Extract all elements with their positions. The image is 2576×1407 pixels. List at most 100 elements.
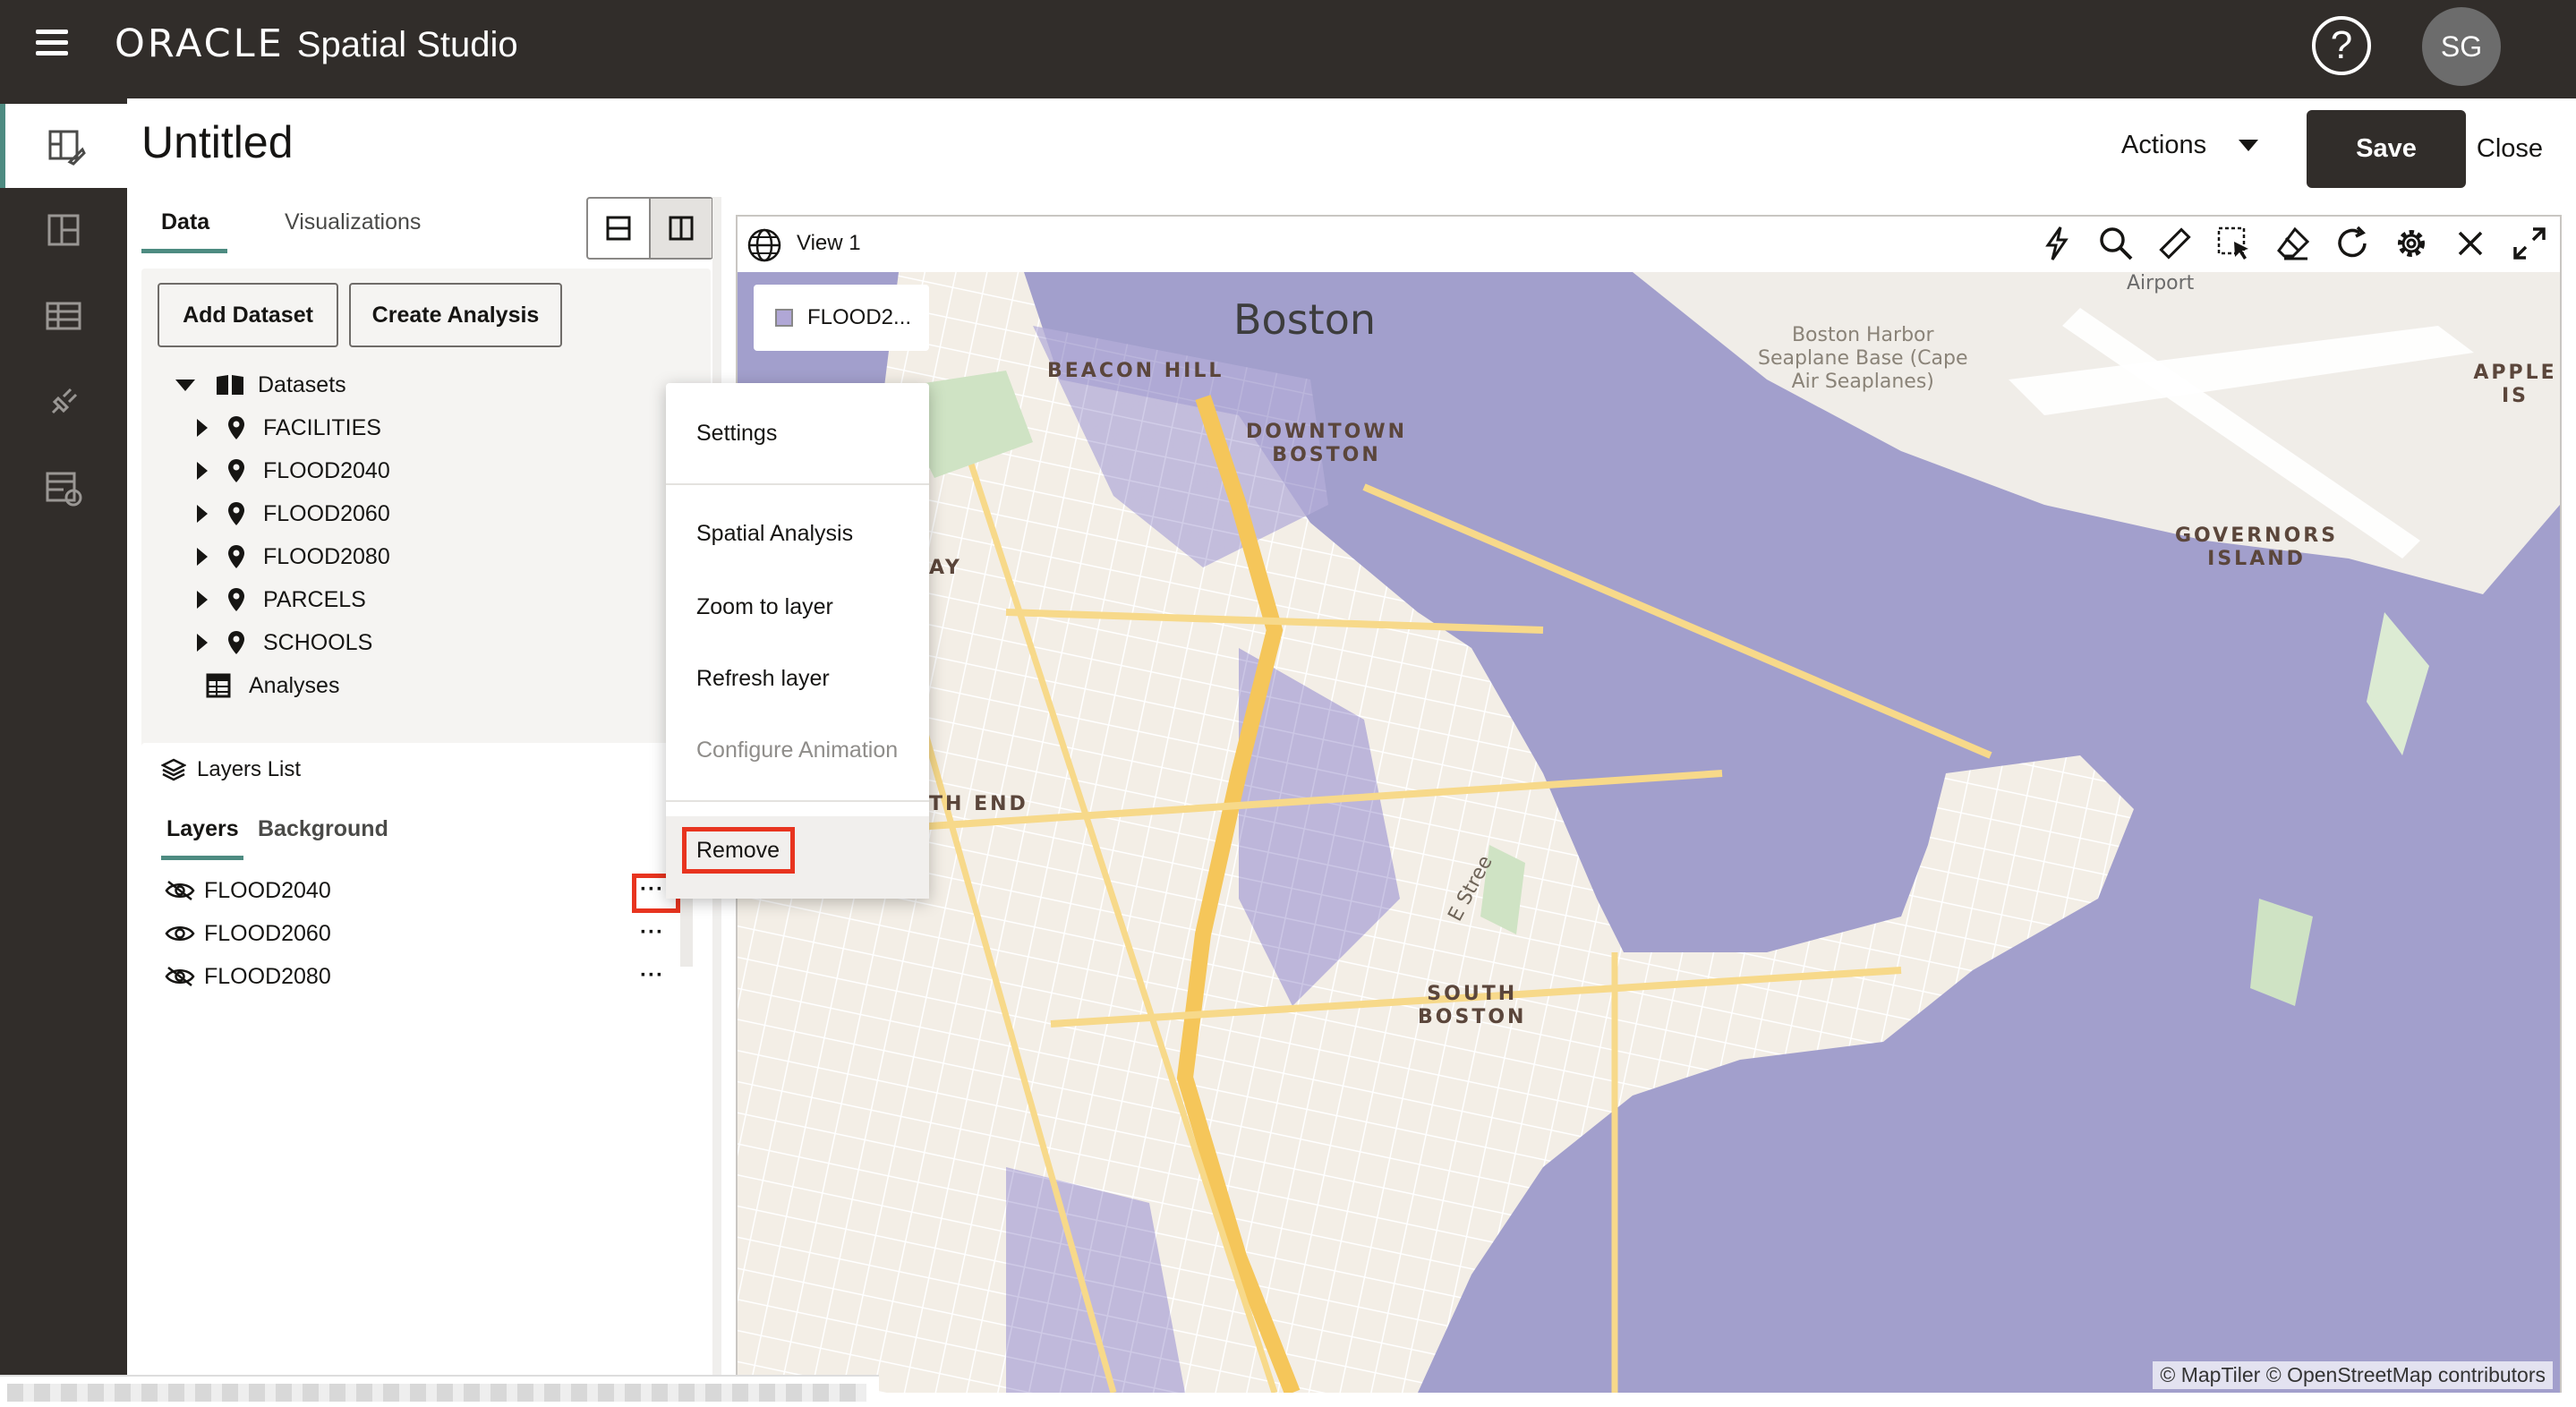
eye-off-icon[interactable] [165, 880, 195, 901]
dataset-row[interactable]: PARCELS [197, 582, 366, 618]
layers-list-label: Layers List [197, 757, 302, 781]
page-title: Untitled [141, 117, 294, 167]
map-canvas[interactable]: FLOOD2... Boston BEACON HILL DOWNTOWN BO… [738, 272, 2560, 1393]
save-button[interactable]: Save [2307, 110, 2466, 188]
chevron-right-icon[interactable] [197, 505, 208, 523]
map-pin-icon [228, 588, 244, 611]
map-label-governors-island: GOVERNORS ISLAND [2175, 524, 2339, 570]
dataset-label: SCHOOLS [263, 629, 373, 655]
layer-row[interactable]: FLOOD2060 [165, 916, 331, 951]
lightning-icon[interactable] [2037, 224, 2077, 263]
tab-visualizations[interactable]: Visualizations [285, 209, 421, 235]
map-toolbar [2037, 224, 2549, 263]
gear-icon[interactable] [2392, 224, 2431, 263]
actions-menu[interactable]: Actions [2121, 131, 2259, 160]
top-bar: ORACLE Spatial Studio ? SG [0, 0, 2576, 98]
dataset-label: FLOOD2060 [263, 500, 390, 526]
close-button[interactable]: Close [2467, 110, 2553, 188]
basemap [738, 272, 2560, 1393]
layer-label: FLOOD2080 [204, 963, 331, 989]
menu-item-remove[interactable]: Remove [696, 838, 780, 864]
menu-item-settings[interactable]: Settings [696, 421, 777, 447]
select-icon[interactable] [2214, 224, 2254, 263]
create-analysis-button[interactable]: Create Analysis [349, 283, 562, 347]
view-title: View 1 [797, 231, 861, 255]
tab-data[interactable]: Data [161, 209, 209, 235]
eye-icon[interactable] [165, 923, 195, 944]
hamburger-menu-icon[interactable] [36, 30, 68, 56]
map-label-harbor: Boston Harbor Seaplane Base (Cape Air Se… [1758, 324, 1968, 393]
analyses-node[interactable]: Analyses [206, 668, 339, 704]
menu-item-configure-animation: Configure Animation [696, 738, 899, 763]
product-name: Spatial Studio [296, 25, 518, 64]
chevron-down-icon [2239, 140, 2259, 151]
layer-context-menu: Settings Spatial Analysis Zoom to layer … [666, 383, 929, 899]
dataset-label: FLOOD2040 [263, 457, 390, 483]
layers-tab-underline [161, 856, 243, 860]
map-header: View 1 [738, 217, 2560, 272]
layout-side-by-side-icon[interactable] [649, 199, 712, 258]
map-pin-icon [228, 502, 244, 525]
panel-tabs: Data Visualizations [141, 197, 607, 256]
add-dataset-button[interactable]: Add Dataset [158, 283, 338, 347]
dataset-row[interactable]: SCHOOLS [197, 625, 372, 661]
map-legend[interactable]: FLOOD2... [754, 285, 929, 351]
chevron-right-icon[interactable] [197, 548, 208, 566]
map-label-south-boston: SOUTH BOSTON [1418, 983, 1527, 1028]
layout-stacked-icon[interactable] [588, 199, 649, 258]
user-avatar[interactable]: SG [2422, 7, 2501, 86]
map-label-downtown: DOWNTOWN BOSTON [1246, 421, 1408, 466]
jobs-icon[interactable] [0, 446, 127, 530]
chevron-right-icon[interactable] [197, 419, 208, 437]
connections-icon[interactable] [0, 360, 127, 444]
book-icon [217, 375, 243, 395]
layers-icon [161, 758, 186, 781]
map-label-boston: Boston [1233, 295, 1377, 344]
close-icon[interactable] [2451, 224, 2490, 263]
datasets-node[interactable]: Datasets [175, 367, 346, 403]
dataset-row[interactable]: FLOOD2040 [197, 453, 390, 489]
help-icon[interactable]: ? [2312, 16, 2371, 75]
menu-item-spatial-analysis[interactable]: Spatial Analysis [696, 521, 853, 547]
eraser-icon[interactable] [2273, 224, 2313, 263]
map-pin-icon [228, 416, 244, 439]
layer-row[interactable]: FLOOD2040 [165, 873, 331, 908]
map-pin-icon [228, 459, 244, 482]
chevron-right-icon[interactable] [197, 634, 208, 652]
oracle-logo: ORACLE [115, 21, 285, 66]
tab-layers[interactable]: Layers [166, 816, 239, 842]
layer-label: FLOOD2040 [204, 877, 331, 903]
search-icon[interactable] [2096, 224, 2136, 263]
tab-background[interactable]: Background [258, 816, 388, 842]
datasets-label: Datasets [258, 371, 346, 397]
menu-item-zoom-to-layer[interactable]: Zoom to layer [696, 594, 833, 620]
ruler-icon[interactable] [2155, 224, 2195, 263]
dashboard-icon[interactable] [0, 188, 127, 272]
menu-item-refresh-layer[interactable]: Refresh layer [696, 666, 830, 692]
map-label-apple-island: APPLE IS [2473, 362, 2557, 407]
left-rail [0, 98, 127, 1407]
data-panel: Data Visualizations Add Dataset Create A… [141, 197, 713, 1378]
chevron-down-icon[interactable] [175, 379, 195, 391]
dataset-row[interactable]: FLOOD2080 [197, 539, 390, 575]
more-options-icon[interactable]: ··· [640, 920, 664, 945]
app-brand: ORACLE Spatial Studio [115, 21, 518, 66]
chevron-right-icon[interactable] [197, 591, 208, 609]
map-attribution[interactable]: © MapTiler © OpenStreetMap contributors [2153, 1361, 2553, 1389]
map-pin-icon [228, 545, 244, 568]
layer-row[interactable]: FLOOD2080 [165, 959, 331, 994]
status-bar [0, 1375, 879, 1407]
dataset-row[interactable]: FLOOD2060 [197, 496, 390, 532]
eye-off-icon[interactable] [165, 966, 195, 987]
project-icon[interactable] [0, 104, 127, 188]
more-options-icon[interactable]: ··· [640, 963, 664, 988]
menu-divider [666, 800, 929, 802]
layout-toggle[interactable] [586, 197, 713, 260]
analyses-label: Analyses [249, 672, 340, 698]
map-pin-icon [228, 631, 244, 654]
expand-icon[interactable] [2510, 224, 2549, 263]
refresh-icon[interactable] [2333, 224, 2372, 263]
chevron-right-icon[interactable] [197, 462, 208, 480]
dataset-row[interactable]: FACILITIES [197, 410, 381, 446]
table-icon[interactable] [0, 274, 127, 358]
